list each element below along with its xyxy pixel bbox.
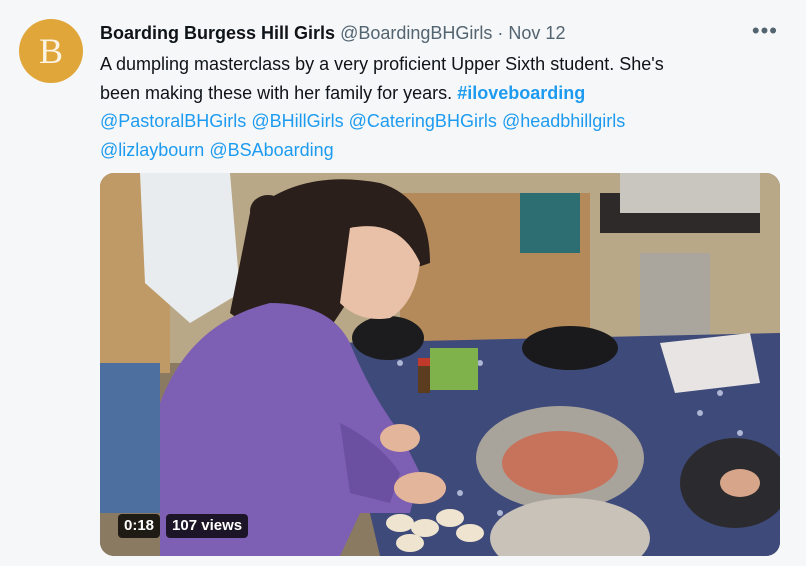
video-badges: 0:18 107 views <box>118 514 249 538</box>
mention-link[interactable]: @BSAboarding <box>209 140 333 160</box>
account-handle[interactable]: @BoardingBHGirls <box>340 23 492 43</box>
more-dots-icon[interactable]: ••• <box>752 18 778 44</box>
account-name[interactable]: Boarding Burgess Hill Girls <box>100 23 335 43</box>
tweet-text-line-2: been making these with her family for ye… <box>100 79 780 108</box>
avatar-letter: B <box>38 31 63 71</box>
mention-link[interactable]: @BHillGirls <box>251 111 343 131</box>
mention-link[interactable]: @PastoralBHGirls <box>100 111 246 131</box>
header-separator: · <box>497 23 504 43</box>
account-avatar[interactable]: B <box>19 19 83 83</box>
tweet-text-line-4: @lizlaybourn @BSAboarding <box>100 136 780 165</box>
tweet-text-line-1: A dumpling masterclass by a very profici… <box>100 54 664 74</box>
video-frame <box>100 173 780 556</box>
mention-link[interactable]: @lizlaybourn <box>100 140 204 160</box>
tweet-text: A dumpling masterclass by a very profici… <box>100 50 780 164</box>
video-duration: 0:18 <box>118 514 161 538</box>
tweet-header: Boarding Burgess Hill Girls @BoardingBHG… <box>100 22 766 44</box>
video-views: 107 views <box>166 514 249 538</box>
tweet-date[interactable]: Nov 12 <box>508 23 565 43</box>
mention-link[interactable]: @headbhillgirls <box>502 111 625 131</box>
tweet-text-line-3: @PastoralBHGirls @BHillGirls @CateringBH… <box>100 107 780 136</box>
hashtag-link[interactable]: #iloveboarding <box>457 83 585 103</box>
tweet-text-line-2-body: been making these with her family for ye… <box>100 82 453 103</box>
video-player[interactable]: 0:18 107 views <box>100 173 780 556</box>
mention-link[interactable]: @CateringBHGirls <box>349 111 497 131</box>
